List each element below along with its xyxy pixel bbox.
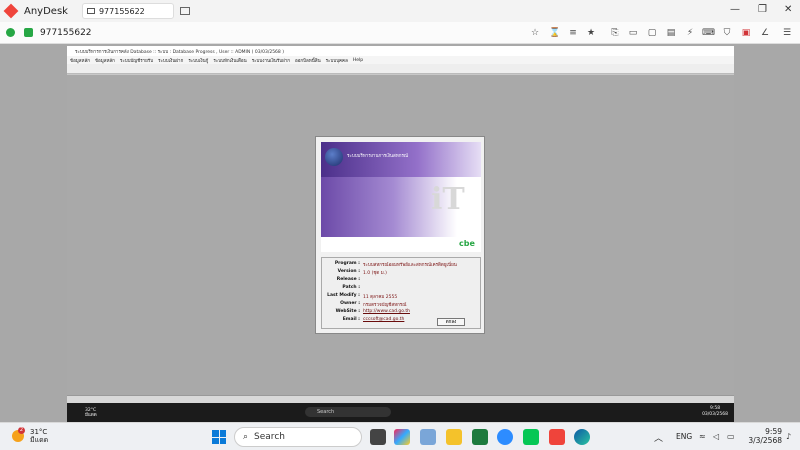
whiteboard-icon[interactable]: ▤: [665, 27, 677, 39]
info-row: WebSite : http://www.cad.go.th: [335, 309, 410, 314]
copilot-icon[interactable]: [394, 429, 410, 445]
info-row: Patch :: [342, 285, 360, 290]
menu-item[interactable]: ข้อมูลหลัก: [70, 57, 90, 64]
address-id: 977155622: [40, 27, 92, 38]
file-explorer-icon[interactable]: [446, 429, 462, 445]
remote-search-box[interactable]: Search: [305, 407, 391, 417]
menu-item-help[interactable]: Help: [353, 58, 363, 63]
info-row: Owner : กรมตรวจบัญชีสหกรณ์: [340, 301, 407, 308]
menu-item[interactable]: ออกบิลหนี้สิน: [295, 57, 321, 64]
monitor-icon: [86, 8, 95, 14]
menu-item[interactable]: ระบบเงินฝาก: [158, 57, 183, 64]
windows-taskbar: 2 31°C มีแดด ⌕ Search ︿ ENG ≈ ◁ ▭ 9:59 3…: [0, 422, 800, 450]
system-clock[interactable]: 9:59 3/3/2568: [744, 427, 782, 445]
session-tab[interactable]: 977155622: [81, 3, 174, 19]
actions-icon[interactable]: ⚡: [684, 27, 696, 39]
task-view-icon[interactable]: [370, 429, 386, 445]
language-indicator[interactable]: ENG: [676, 432, 692, 441]
info-row: Last Modify :11 ตุลาคม 2555: [327, 293, 398, 300]
excel-icon[interactable]: [472, 429, 488, 445]
pen-icon[interactable]: ∠: [759, 27, 771, 39]
ok-button[interactable]: ตกลง: [437, 318, 465, 326]
record-icon[interactable]: ▣: [740, 27, 752, 39]
search-icon: ⌕: [243, 432, 249, 442]
keyboard-icon[interactable]: ⌨: [702, 27, 715, 39]
anydesk-logo-icon: [3, 3, 19, 19]
minimize-icon[interactable]: —: [730, 4, 740, 15]
globe-logo-icon: [325, 148, 343, 166]
remote-menu-bar: ข้อมูลหลัก ข้อมูลหลัก ระบบบัญชีรายรับ ระ…: [67, 56, 734, 64]
about-dialog: ระบบบริหารงานการเงินสหกรณ์ iT cbe Progra…: [315, 136, 485, 334]
website-link[interactable]: http://www.cad.go.th: [363, 309, 410, 314]
program-info-panel: Program : ระบบสหกรณ์ออมทรัพย์และสหกรณ์เคร…: [321, 257, 481, 329]
menu-item[interactable]: ระบบเงินกู้: [188, 57, 208, 64]
menu-icon[interactable]: ☰: [781, 27, 793, 39]
maximize-icon[interactable]: ❐: [758, 4, 767, 15]
notification-bell-icon[interactable]: ♪: [786, 432, 791, 441]
new-session-icon[interactable]: [179, 7, 190, 15]
close-icon[interactable]: ✕: [784, 4, 792, 15]
battery-icon[interactable]: ▭: [727, 432, 735, 441]
edge-icon[interactable]: [574, 429, 590, 445]
chat-icon[interactable]: ▢: [646, 27, 658, 39]
favorite-icon[interactable]: ☆: [529, 27, 541, 39]
anydesk-icon[interactable]: [549, 429, 565, 445]
taskbar-search-box[interactable]: ⌕ Search: [234, 427, 362, 447]
remote-clock: 9:58 03/03/2568: [702, 406, 728, 417]
remote-window-title: ระบบบริหารการเงินการคลัง Database :: ระบ…: [67, 46, 734, 56]
zoom-icon[interactable]: [497, 429, 513, 445]
app-name: AnyDesk: [24, 5, 68, 17]
email-link[interactable]: cccsoft@cad.go.th: [363, 317, 404, 322]
it-watermark-icon: iT: [431, 182, 465, 217]
line-icon[interactable]: [523, 429, 539, 445]
file-transfer-icon[interactable]: ⎘: [609, 27, 621, 39]
shield-icon[interactable]: ⛉: [721, 27, 733, 39]
accept-icon: [24, 28, 33, 37]
hourglass-icon[interactable]: ⌛: [549, 27, 561, 39]
info-row: Version :1.0 (ชุด ม.): [337, 269, 387, 276]
app-icon[interactable]: [420, 429, 436, 445]
weather-widget[interactable]: 31°C มีแดด: [30, 428, 48, 444]
session-tab-label: 977155622: [98, 6, 145, 16]
menu-item[interactable]: ข้อมูลหลัก: [95, 57, 115, 64]
menu-item[interactable]: ระบบบุคคล: [326, 57, 348, 64]
remote-toolbar: [67, 64, 734, 74]
display-icon[interactable]: ▭: [627, 27, 639, 39]
menu-item[interactable]: ระบบหักเงินเดือน: [213, 57, 246, 64]
info-row: Program : ระบบสหกรณ์ออมทรัพย์และสหกรณ์เคร…: [334, 261, 457, 268]
menu-item[interactable]: ระบบบัญชีรายรับ: [120, 57, 153, 64]
chevron-up-icon[interactable]: ︿: [654, 431, 663, 444]
remote-screen[interactable]: ระบบบริหารการเงินการคลัง Database :: ระบ…: [67, 46, 734, 422]
cbe-logo: cbe: [459, 239, 475, 248]
remote-taskbar: 32°C มีแดด Search 9:58 03/03/2568: [67, 403, 734, 422]
info-row: Release :: [336, 277, 360, 282]
splash-title: ระบบบริหารงานการเงินสหกรณ์: [347, 154, 409, 159]
wifi-icon[interactable]: ≈: [699, 432, 706, 441]
volume-icon[interactable]: ◁: [713, 432, 719, 441]
database-icon[interactable]: ≡: [567, 27, 579, 39]
splash-image: ระบบบริหารงานการเงินสหกรณ์ iT cbe: [321, 142, 481, 252]
menu-item[interactable]: ระบบงานเงินรับฝาก: [252, 57, 290, 64]
star-icon[interactable]: ★: [585, 27, 597, 39]
anydesk-toolbar: 977155622: [0, 22, 800, 44]
windows-start-icon[interactable]: [212, 430, 226, 444]
notification-badge: 2: [18, 427, 25, 434]
connection-status-icon: [6, 28, 15, 37]
anydesk-title-bar: AnyDesk 977155622 — ❐ ✕: [0, 0, 800, 22]
remote-weather[interactable]: 32°C มีแดด: [85, 408, 97, 418]
remote-status-bar: [67, 395, 734, 403]
